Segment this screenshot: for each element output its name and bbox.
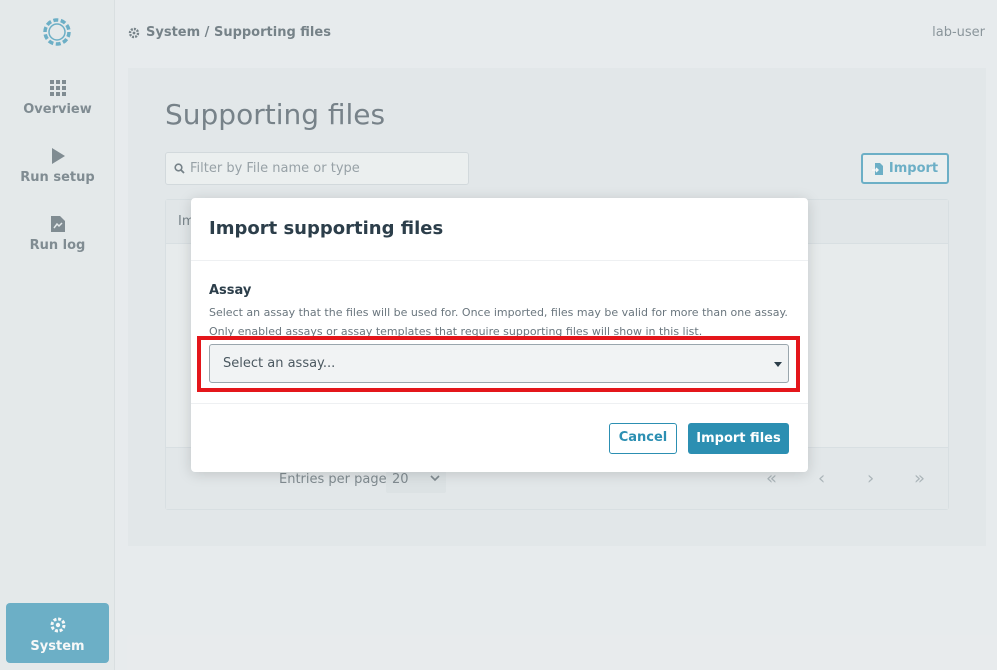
assay-label: Assay: [209, 283, 252, 298]
assay-help-text: Select an assay that the files will be u…: [209, 306, 788, 319]
cancel-button[interactable]: Cancel: [609, 423, 677, 454]
import-dialog: Import supporting files Assay Select an …: [191, 198, 808, 472]
import-files-button[interactable]: Import files: [688, 423, 789, 454]
divider: [191, 403, 808, 404]
dialog-title: Import supporting files: [209, 218, 444, 239]
divider: [191, 260, 808, 261]
highlight-box: [197, 336, 800, 392]
assay-help-text-2: Only enabled assays or assay templates t…: [209, 325, 703, 336]
